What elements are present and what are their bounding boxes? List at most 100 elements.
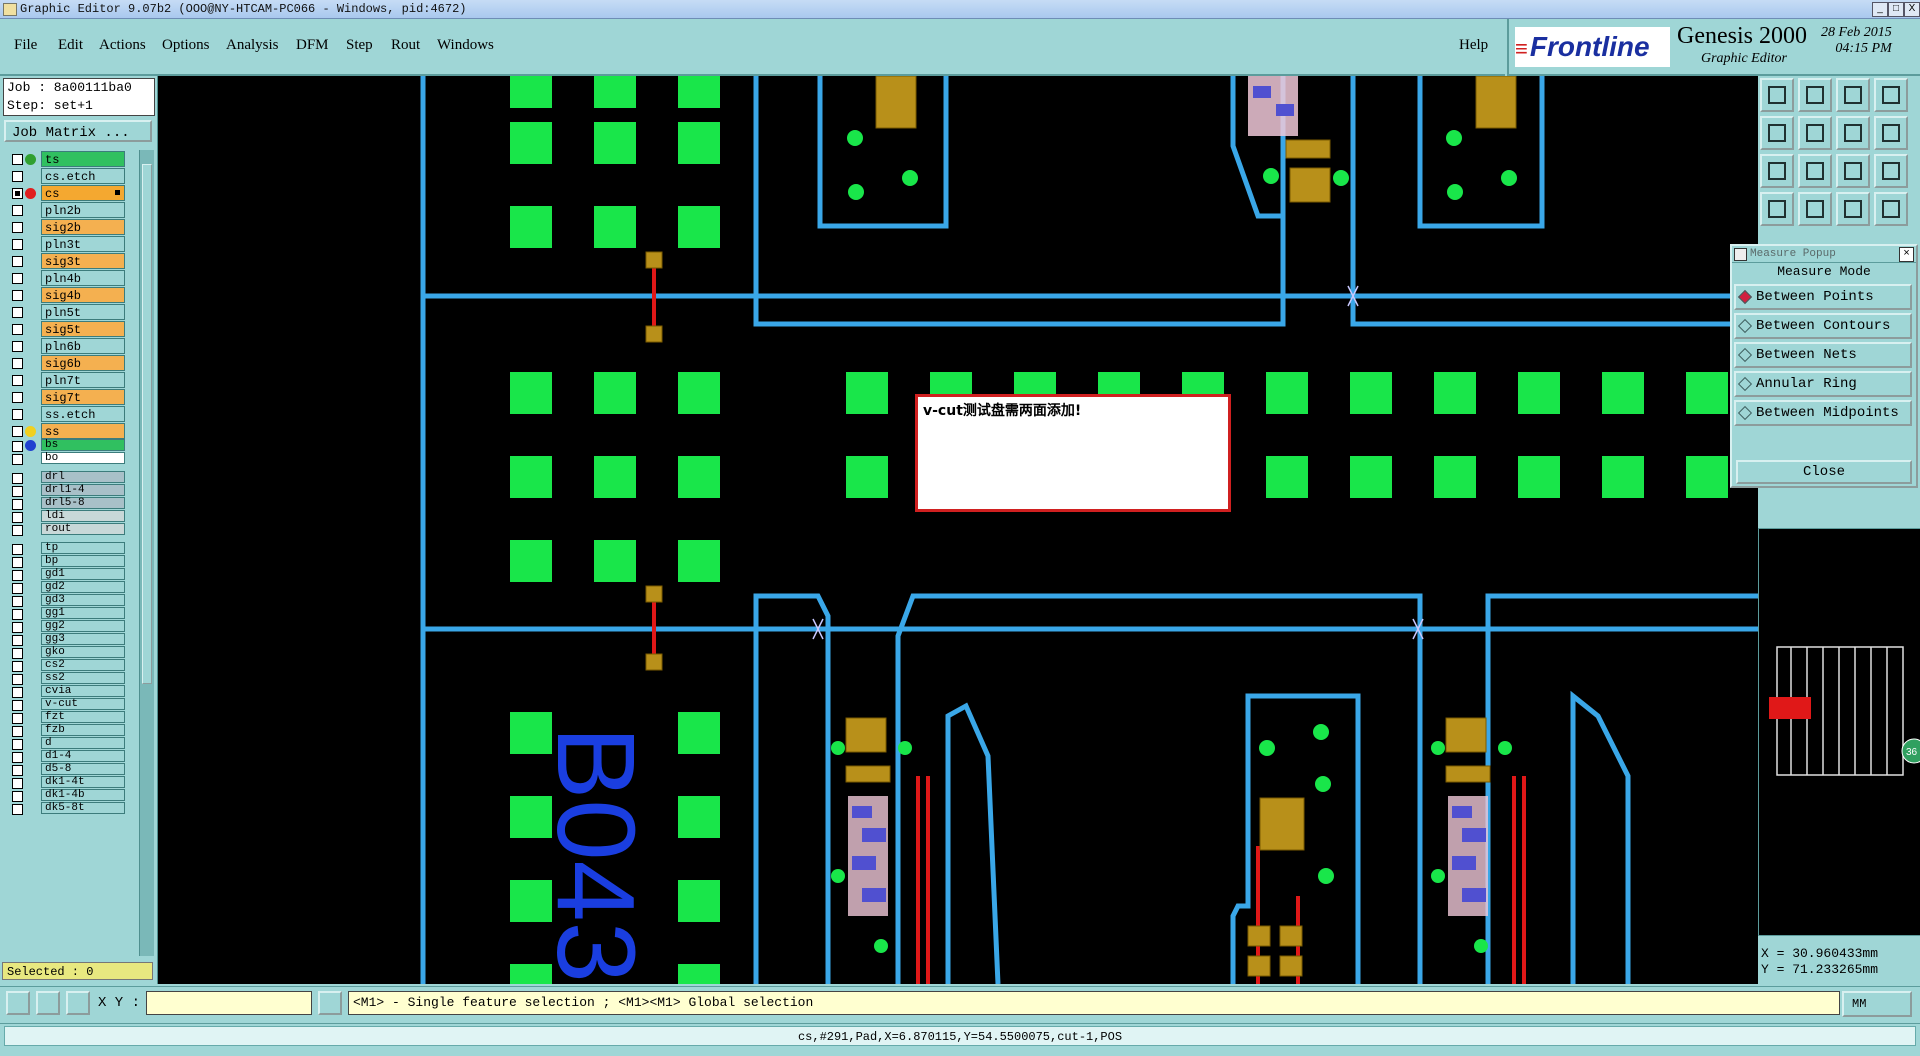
layer-label[interactable]: fzt — [41, 711, 125, 723]
layer-row-ss2[interactable]: ss2 — [3, 672, 127, 685]
layer-label[interactable]: bo — [41, 452, 125, 464]
menu-windows[interactable]: Windows — [437, 37, 494, 54]
menu-rout[interactable]: Rout — [391, 37, 420, 54]
layer-label[interactable]: tp — [41, 542, 125, 554]
layer-label[interactable]: bp — [41, 555, 125, 567]
layer-label[interactable]: sig3t — [41, 253, 125, 269]
help-button[interactable] — [1874, 154, 1908, 188]
layer-row-pln5t[interactable]: pln5t — [3, 303, 127, 320]
layer-row-cvia[interactable]: cvia — [3, 685, 127, 698]
tool-button-16[interactable] — [1874, 192, 1908, 226]
layer-row-cs.etch[interactable]: cs.etch — [3, 167, 127, 184]
layer-label[interactable]: cs2 — [41, 659, 125, 671]
layer-label[interactable]: ts — [41, 151, 125, 167]
layer-row-ss.etch[interactable]: ss.etch — [3, 405, 127, 422]
layer-row-v-cut[interactable]: v-cut — [3, 698, 127, 711]
option-annular-ring[interactable]: Annular Ring — [1734, 371, 1912, 397]
menu-analysis[interactable]: Analysis — [226, 37, 279, 54]
tool-button-5[interactable] — [1760, 116, 1794, 150]
layer-row-d1-4[interactable]: d1-4 — [3, 750, 127, 763]
layer-checkbox[interactable] — [12, 609, 23, 620]
layer-label[interactable]: drl1-4 — [41, 484, 125, 496]
layer-checkbox[interactable] — [12, 441, 23, 452]
layer-row-sig6b[interactable]: sig6b — [3, 354, 127, 371]
layer-checkbox[interactable] — [12, 635, 23, 646]
layer-label[interactable]: dk1-4t — [41, 776, 125, 788]
layer-checkbox[interactable] — [12, 583, 23, 594]
job-matrix-button[interactable]: Job Matrix ... — [4, 120, 152, 142]
layer-label[interactable]: pln2b — [41, 202, 125, 218]
layer-row-d5-8[interactable]: d5-8 — [3, 763, 127, 776]
option-between-contours[interactable]: Between Contours — [1734, 313, 1912, 339]
layer-checkbox[interactable] — [12, 358, 23, 369]
layer-checkbox[interactable] — [12, 525, 23, 536]
layer-label[interactable]: fzb — [41, 724, 125, 736]
layer-checkbox[interactable] — [12, 454, 23, 465]
layer-label[interactable]: v-cut — [41, 698, 125, 710]
layer-label[interactable]: d — [41, 737, 125, 749]
close-window-button[interactable]: X — [1904, 2, 1920, 17]
menu-edit[interactable]: Edit — [58, 37, 83, 54]
layer-row-pln4b[interactable]: pln4b — [3, 269, 127, 286]
zoom-fit-button[interactable] — [1760, 154, 1794, 188]
layer-label[interactable]: sig7t — [41, 389, 125, 405]
layer-checkbox[interactable] — [12, 674, 23, 685]
layer-checkbox[interactable] — [12, 778, 23, 789]
pause-button[interactable] — [318, 991, 342, 1015]
layer-label[interactable]: d1-4 — [41, 750, 125, 762]
layer-checkbox[interactable] — [12, 154, 23, 165]
layer-checkbox[interactable] — [12, 791, 23, 802]
tool-button-3[interactable] — [1836, 78, 1870, 112]
layer-row-dk5-8t[interactable]: dk5-8t — [3, 802, 127, 815]
xy-input[interactable] — [146, 991, 312, 1015]
layer-checkbox[interactable] — [12, 726, 23, 737]
layer-row-fzt[interactable]: fzt — [3, 711, 127, 724]
menu-step[interactable]: Step — [346, 37, 373, 54]
minimize-button[interactable]: _ — [1872, 2, 1888, 17]
tool-button-2[interactable] — [1798, 78, 1832, 112]
scale-button[interactable] — [1836, 154, 1870, 188]
option-between-nets[interactable]: Between Nets — [1734, 342, 1912, 368]
layer-row-cs2[interactable]: cs2 — [3, 659, 127, 672]
layer-row-sig7t[interactable]: sig7t — [3, 388, 127, 405]
tool-button-4[interactable] — [1874, 78, 1908, 112]
layer-label[interactable]: gko — [41, 646, 125, 658]
layer-row-pln3t[interactable]: pln3t — [3, 235, 127, 252]
layer-checkbox[interactable] — [12, 426, 23, 437]
layer-row-cs[interactable]: cs — [3, 184, 127, 201]
layer-label[interactable]: dk1-4b — [41, 789, 125, 801]
layer-checkbox[interactable] — [12, 222, 23, 233]
layer-row-gd2[interactable]: gd2 — [3, 581, 127, 594]
tool-button-8[interactable] — [1874, 116, 1908, 150]
layer-checkbox[interactable] — [12, 486, 23, 497]
layer-label[interactable]: cs.etch — [41, 168, 125, 184]
layer-label[interactable]: gd3 — [41, 594, 125, 606]
layer-checkbox[interactable] — [12, 804, 23, 815]
layer-checkbox[interactable] — [12, 713, 23, 724]
layer-checkbox[interactable] — [12, 499, 23, 510]
units-selector[interactable]: MM — [1842, 991, 1912, 1017]
option-between-midpoints[interactable]: Between Midpoints — [1734, 400, 1912, 426]
layer-row-gko[interactable]: gko — [3, 646, 127, 659]
layer-label[interactable]: pln4b — [41, 270, 125, 286]
layer-label[interactable]: cs — [41, 185, 125, 201]
layer-label[interactable]: ldi — [41, 510, 125, 522]
layer-label[interactable]: sig6b — [41, 355, 125, 371]
layer-checkbox[interactable] — [12, 512, 23, 523]
menu-actions[interactable]: Actions — [99, 37, 146, 54]
layer-checkbox[interactable] — [12, 256, 23, 267]
tool-button-1[interactable] — [1760, 78, 1794, 112]
layer-checkbox[interactable] — [12, 205, 23, 216]
layer-row-bo[interactable]: bo — [3, 452, 127, 465]
layer-row-sig5t[interactable]: sig5t — [3, 320, 127, 337]
layer-label[interactable]: gd2 — [41, 581, 125, 593]
layer-row-pln2b[interactable]: pln2b — [3, 201, 127, 218]
layer-checkbox[interactable] — [12, 661, 23, 672]
layer-checkbox[interactable] — [12, 290, 23, 301]
graphic-canvas[interactable]: B043E v-cut测试盘需两面添加! — [158, 76, 1758, 984]
layer-row-ldi[interactable]: ldi — [3, 510, 127, 523]
layer-label[interactable]: drl — [41, 471, 125, 483]
layer-label[interactable]: pln5t — [41, 304, 125, 320]
layer-row-drl5-8[interactable]: drl5-8 — [3, 497, 127, 510]
layer-row-ts[interactable]: ts — [3, 150, 127, 167]
